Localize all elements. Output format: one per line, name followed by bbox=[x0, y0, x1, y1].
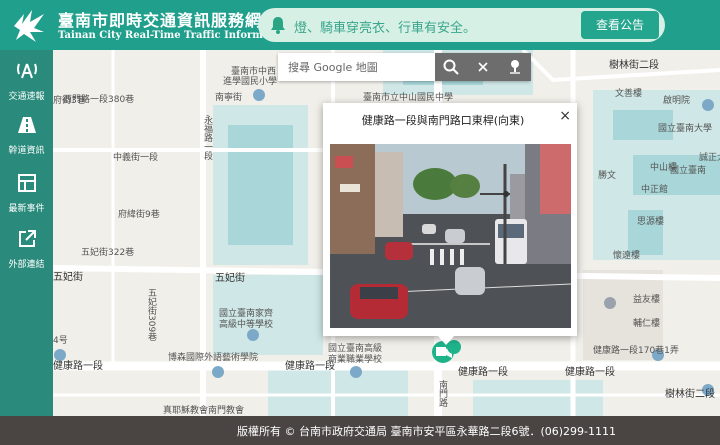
sidebar: 交通速報 幹道資訊 最新事件 外部連結 bbox=[0, 50, 53, 416]
map-label-univ: 國立臺南大學 bbox=[658, 124, 713, 134]
close-icon[interactable]: × bbox=[559, 108, 571, 124]
map-label-road: 南門路 bbox=[437, 380, 447, 407]
camera-popup: 健康路一段與南門路口東桿(向東) × bbox=[323, 103, 577, 336]
map-label-place: 輔仁樓 bbox=[633, 319, 661, 329]
map-label-road: 五妃街309巷 bbox=[146, 288, 156, 342]
map-label-road: 樹林街二段 bbox=[665, 389, 715, 400]
camera-popup-title: 健康路一段與南門路口東桿(向東) bbox=[361, 114, 525, 127]
map-label-place: 勝文 bbox=[598, 171, 617, 181]
city-logo-icon[interactable] bbox=[10, 6, 48, 44]
map-label-place: 中正館 bbox=[641, 185, 669, 195]
map-label-road: 中義街一段 bbox=[113, 153, 159, 163]
map-label-univ: 國立臺南 bbox=[670, 166, 707, 176]
search-icon bbox=[443, 59, 459, 75]
site-title[interactable]: 臺南市即時交通資訊服務網 bbox=[58, 7, 262, 31]
clear-search-button[interactable] bbox=[467, 53, 499, 81]
map-label-school: 高級中等學校 bbox=[219, 320, 274, 330]
notice-text: 燈、騎車穿亮衣、行車有安全。 bbox=[294, 21, 477, 36]
map-label-place: 文善樓 bbox=[615, 89, 643, 99]
map-search-input[interactable] bbox=[278, 53, 435, 81]
bell-icon bbox=[271, 17, 285, 34]
map-label-road: 健康路一段 bbox=[565, 367, 615, 378]
map-label-place: 思源樓 bbox=[637, 217, 665, 227]
site-title-en: Tainan City Real-Time Traffic Informatio… bbox=[58, 30, 292, 41]
map-label-school: 臺南市立中山國民中學 bbox=[363, 93, 454, 103]
map-label-road: 府街3巷 bbox=[53, 96, 86, 106]
sidebar-item-label: 幹道資訊 bbox=[8, 146, 45, 156]
map-label-school: 進學國民小學 bbox=[223, 77, 278, 87]
close-icon bbox=[478, 62, 488, 72]
map-label-road: 府緯街9巷 bbox=[118, 210, 160, 220]
map-label-road: 五妃街 bbox=[215, 273, 245, 284]
map-label-road: 健康路一段 bbox=[458, 367, 508, 378]
sidebar-item-traffic-news[interactable]: 交通速報 bbox=[0, 54, 53, 104]
footer: 版權所有 © 台南市政府交通局 臺南市安平區永華路二段6號．(06)299-11… bbox=[0, 416, 720, 445]
map-label-school: 商業職業學校 bbox=[328, 355, 383, 365]
map-search bbox=[278, 53, 531, 81]
map-label-place: 4号 bbox=[53, 336, 68, 346]
map-label-place: 益友樓 bbox=[633, 295, 661, 305]
map-label-road: 五妃街 bbox=[53, 272, 83, 283]
map-label-road: 樹林街二段 bbox=[609, 60, 659, 71]
popup-pointer bbox=[437, 335, 455, 345]
map-label-road: 五妃街322巷 bbox=[81, 248, 135, 258]
header: 臺南市即時交通資訊服務網 Tainan City Real-Time Traff… bbox=[0, 0, 720, 50]
external-link-icon bbox=[18, 230, 36, 247]
view-notice-button[interactable]: 查看公告 bbox=[581, 11, 659, 39]
notice-bar: 燈、騎車穿亮衣、行車有安全。 查看公告 bbox=[258, 8, 665, 42]
sidebar-item-arterial-info[interactable]: 幹道資訊 bbox=[0, 108, 53, 158]
map-label-place: 懷遠樓 bbox=[613, 251, 641, 261]
map-label-road: 永福路一段 bbox=[202, 115, 212, 160]
search-button[interactable] bbox=[435, 53, 467, 81]
map-label-road: 南寧街 bbox=[215, 93, 243, 103]
sidebar-item-latest-events[interactable]: 最新事件 bbox=[0, 166, 53, 216]
event-list-icon bbox=[17, 174, 36, 192]
location-button[interactable] bbox=[499, 53, 531, 81]
broadcast-icon bbox=[16, 63, 37, 79]
map-label-place: 啟明院 bbox=[663, 96, 691, 106]
sidebar-item-external-links[interactable]: 外部連結 bbox=[0, 222, 53, 272]
map-label-road: 健康路一段170巷1弄 bbox=[593, 346, 679, 356]
sidebar-item-label: 最新事件 bbox=[8, 204, 45, 214]
camera-feed-image[interactable] bbox=[330, 144, 571, 328]
sidebar-item-label: 交通速報 bbox=[8, 92, 45, 102]
sidebar-item-label: 外部連結 bbox=[8, 260, 45, 270]
map-label-place: 博森國際外語藝術學院 bbox=[168, 353, 259, 363]
map-label-place: 真耶穌教會南門教會 bbox=[163, 406, 245, 416]
location-pin-icon bbox=[510, 60, 520, 74]
footer-copyright: 版權所有 © 台南市政府交通局 臺南市安平區永華路二段6號．(06)299-11… bbox=[236, 425, 616, 438]
map-label-road: 健康路一段 bbox=[53, 361, 103, 372]
road-icon bbox=[17, 117, 36, 133]
map-label-place: 誠正大 bbox=[699, 153, 720, 163]
map-label-road: 健康路一段 bbox=[285, 361, 335, 372]
